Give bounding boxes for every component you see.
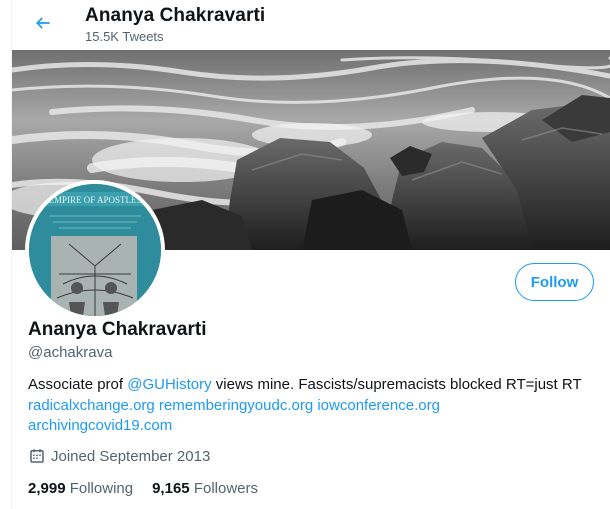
tweet-count: 15.5K Tweets [85, 29, 164, 44]
bio-link-iowconference[interactable]: iowconference.org [317, 397, 440, 414]
profile-handle: @achakrava [28, 344, 113, 361]
following-link[interactable]: 2,999 Following [28, 480, 133, 497]
avatar[interactable]: EMPIRE OF APOSTLES [25, 180, 165, 320]
follow-button[interactable]: Follow [515, 263, 594, 301]
followers-count: 9,165 [152, 480, 190, 497]
profile-bio: Associate prof @GUHistory views mine. Fa… [28, 375, 603, 437]
back-arrow-icon [35, 17, 50, 29]
avatar-book-cover-image: EMPIRE OF APOSTLES [29, 184, 161, 316]
avatar-book-title: EMPIRE OF APOSTLES [48, 195, 141, 205]
bio-link-rememberingyoudc[interactable]: rememberingyoudc.org [159, 397, 313, 414]
bio-link-radicalxchange[interactable]: radicalxchange.org [28, 397, 155, 414]
calendar-icon [28, 447, 46, 465]
joined-date: Joined September 2013 [28, 447, 210, 465]
back-button[interactable] [30, 10, 56, 36]
followers-link[interactable]: 9,165 Followers [152, 480, 258, 497]
bio-mention-link[interactable]: @GUHistory [127, 376, 211, 393]
follow-stats: 2,999 Following 9,165 Followers [28, 480, 277, 497]
profile-header: Ananya Chakravarti 15.5K Tweets [12, 0, 610, 50]
following-label: Following [69, 480, 134, 497]
followers-label: Followers [193, 480, 258, 497]
bio-text-prefix: Associate prof [28, 376, 128, 393]
bio-link-archivingcovid19[interactable]: archivingcovid19.com [28, 417, 172, 434]
bio-text-suffix: views mine. Fascists/supremacists blocke… [211, 376, 582, 393]
following-count: 2,999 [28, 480, 66, 497]
joined-text: Joined September 2013 [51, 447, 211, 465]
header-title: Ananya Chakravarti [85, 5, 266, 26]
profile-name: Ananya Chakravarti [28, 319, 207, 340]
